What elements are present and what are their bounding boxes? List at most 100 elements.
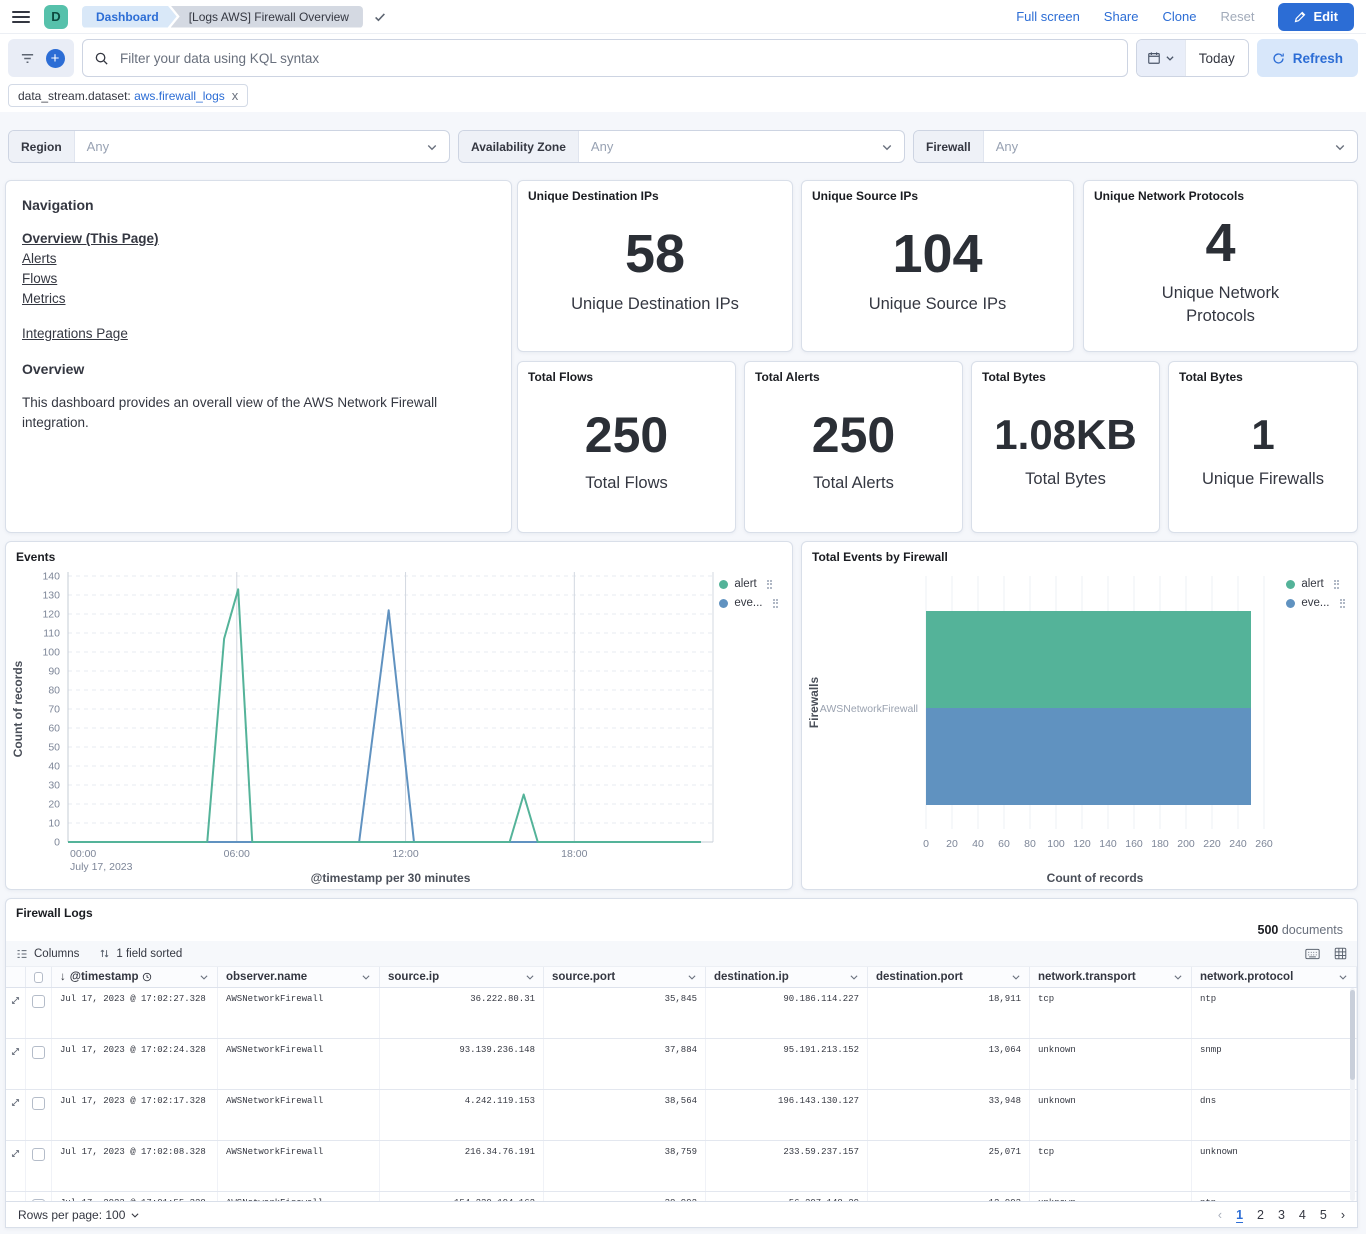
- avatar[interactable]: D: [44, 5, 68, 29]
- column-header-network-transport[interactable]: network.transport: [1030, 967, 1192, 987]
- svg-text:0: 0: [54, 837, 60, 849]
- datagrid-toolbar: Columns 1 field sorted: [6, 941, 1357, 967]
- nav-link-alerts[interactable]: Alerts: [22, 251, 495, 266]
- column-header-destination-ip[interactable]: destination.ip: [706, 967, 868, 987]
- svg-text:Firewalls: Firewalls: [807, 676, 821, 728]
- chevron-down-icon: [130, 1210, 140, 1220]
- filter-pill-row: data_stream.dataset: aws.firewall_logs x: [0, 82, 1366, 112]
- svg-text:80: 80: [48, 685, 60, 697]
- region-control[interactable]: Region Any: [8, 130, 450, 163]
- column-header-destination-port[interactable]: destination.port: [868, 967, 1030, 987]
- nav-link-overview[interactable]: Overview (This Page): [22, 231, 495, 246]
- svg-text:160: 160: [1125, 838, 1143, 850]
- previous-page-button[interactable]: ‹: [1218, 1208, 1222, 1222]
- page-button-2[interactable]: 2: [1257, 1208, 1264, 1222]
- date-range-label[interactable]: Today: [1185, 40, 1248, 76]
- column-header-observer-name[interactable]: observer.name: [218, 967, 380, 987]
- legend-actions-icon[interactable]: [1334, 580, 1340, 589]
- filter-icon[interactable]: [14, 43, 40, 73]
- availability-zone-control[interactable]: Availability Zone Any: [458, 130, 905, 163]
- metric-label: Total Flows: [585, 472, 668, 495]
- nav-link-metrics[interactable]: Metrics: [22, 291, 495, 306]
- grid-icon[interactable]: [1334, 947, 1347, 960]
- svg-text:100: 100: [42, 647, 60, 659]
- chevron-down-icon: [849, 972, 859, 982]
- pagination: ‹ 12345 ›: [1218, 1208, 1345, 1222]
- metric-value: 58: [625, 227, 685, 281]
- expand-icon[interactable]: [10, 1097, 21, 1108]
- table-row: Jul 17, 2023 @ 17:01:55.328AWSNetworkFir…: [6, 1192, 1357, 1201]
- columns-button[interactable]: Columns: [16, 948, 79, 960]
- column-header-source-port[interactable]: source.port: [544, 967, 706, 987]
- legend-item-alert[interactable]: alert: [1286, 578, 1345, 590]
- date-picker-button[interactable]: [1137, 40, 1185, 76]
- keyboard-icon[interactable]: [1305, 948, 1320, 960]
- metric-value: 1: [1251, 414, 1274, 456]
- legend-actions-icon[interactable]: [1340, 599, 1346, 608]
- table-cell: 154.230.104.162: [380, 1192, 544, 1201]
- table-scrollbar-thumb[interactable]: [1350, 990, 1355, 1080]
- row-checkbox[interactable]: [32, 1097, 45, 1110]
- legend-actions-icon[interactable]: [773, 599, 779, 608]
- reset-link[interactable]: Reset: [1220, 9, 1254, 24]
- column-header-timestamp[interactable]: ↓@timestamp: [52, 967, 218, 987]
- add-filter-icon[interactable]: +: [42, 43, 68, 73]
- rows-per-page-selector[interactable]: Rows per page: 100: [18, 1208, 140, 1222]
- svg-text:130: 130: [42, 590, 60, 602]
- refresh-button[interactable]: Refresh: [1257, 39, 1358, 77]
- clone-link[interactable]: Clone: [1163, 9, 1197, 24]
- top-navigation-bar: D Dashboard [Logs AWS] Firewall Overview…: [0, 0, 1366, 34]
- row-checkbox[interactable]: [32, 1148, 45, 1161]
- full-screen-link[interactable]: Full screen: [1016, 9, 1080, 24]
- row-checkbox[interactable]: [32, 1199, 45, 1201]
- legend-item-alert[interactable]: alert: [719, 578, 778, 590]
- table-row: Jul 17, 2023 @ 17:02:24.328AWSNetworkFir…: [6, 1039, 1357, 1090]
- nav-link-flows[interactable]: Flows: [22, 271, 495, 286]
- expand-icon[interactable]: [10, 1199, 21, 1201]
- metric-label: Total Alerts: [813, 472, 894, 495]
- column-header-network-protocol[interactable]: network.protocol: [1192, 967, 1357, 987]
- table-footer: Rows per page: 100 ‹ 12345 ›: [6, 1201, 1357, 1227]
- firewall-control[interactable]: Firewall Any: [913, 130, 1358, 163]
- column-header-source-ip[interactable]: source.ip: [380, 967, 544, 987]
- page-button-4[interactable]: 4: [1299, 1208, 1306, 1222]
- row-checkbox[interactable]: [32, 995, 45, 1008]
- header-expand-col: [6, 967, 26, 987]
- table-cell: AWSNetworkFirewall: [218, 1090, 380, 1140]
- menu-icon[interactable]: [12, 11, 30, 23]
- legend-item-eve[interactable]: eve...: [719, 597, 778, 609]
- bar-legend: alert eve...: [1286, 578, 1345, 609]
- page-button-3[interactable]: 3: [1278, 1208, 1285, 1222]
- document-count: 500 documents: [6, 923, 1357, 941]
- share-link[interactable]: Share: [1104, 9, 1139, 24]
- navigation-title: Navigation: [22, 197, 495, 213]
- next-page-button[interactable]: ›: [1341, 1208, 1345, 1222]
- dataset-filter-pill[interactable]: data_stream.dataset: aws.firewall_logs x: [8, 84, 248, 107]
- refresh-icon: [1272, 52, 1285, 65]
- edit-button[interactable]: Edit: [1278, 3, 1354, 31]
- svg-text:60: 60: [998, 838, 1010, 850]
- legend-item-eve[interactable]: eve...: [1286, 597, 1345, 609]
- table-cell: 95.191.213.152: [706, 1039, 868, 1089]
- close-icon[interactable]: x: [232, 88, 239, 103]
- nav-link-integrations[interactable]: Integrations Page: [22, 326, 495, 341]
- page-button-5[interactable]: 5: [1320, 1208, 1327, 1222]
- sorted-fields-button[interactable]: 1 field sorted: [99, 948, 182, 960]
- metric-value: 250: [585, 410, 668, 460]
- svg-text:12:00: 12:00: [392, 848, 418, 860]
- svg-text:30: 30: [48, 780, 60, 792]
- expand-icon[interactable]: [10, 1046, 21, 1057]
- row-checkbox[interactable]: [32, 1046, 45, 1059]
- pencil-icon: [1294, 11, 1306, 23]
- page-button-1[interactable]: 1: [1236, 1208, 1243, 1222]
- table-cell: tcp: [1030, 988, 1192, 1038]
- legend-actions-icon[interactable]: [767, 580, 773, 589]
- svg-text:140: 140: [42, 571, 60, 583]
- breadcrumb-dashboard[interactable]: Dashboard: [82, 6, 177, 28]
- breadcrumb-page[interactable]: [Logs AWS] Firewall Overview: [171, 6, 363, 28]
- kql-search-input[interactable]: [118, 50, 1116, 67]
- expand-icon[interactable]: [10, 1148, 21, 1159]
- header-checkbox-col[interactable]: [26, 967, 52, 987]
- kql-search-box[interactable]: [82, 39, 1128, 77]
- expand-icon[interactable]: [10, 995, 21, 1006]
